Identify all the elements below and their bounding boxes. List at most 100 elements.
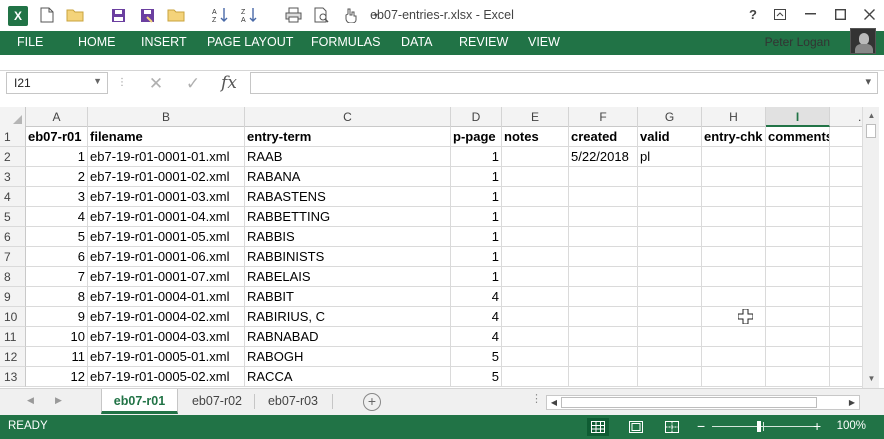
cell-c5[interactable]: RABBETTING bbox=[245, 207, 451, 227]
cell-a5[interactable]: 4 bbox=[26, 207, 88, 227]
cell-g11[interactable] bbox=[638, 327, 702, 347]
page-layout-view-icon[interactable] bbox=[625, 418, 647, 436]
cell-a9[interactable]: 8 bbox=[26, 287, 88, 307]
normal-view-icon[interactable] bbox=[587, 418, 609, 436]
cell-f1[interactable]: created bbox=[569, 127, 638, 147]
cell-overflow[interactable] bbox=[830, 307, 862, 327]
cell-c8[interactable]: RABELAIS bbox=[245, 267, 451, 287]
cell-h8[interactable] bbox=[702, 267, 766, 287]
cell-b6[interactable]: eb7-19-r01-0001-05.xml bbox=[88, 227, 245, 247]
horizontal-scroll-thumb[interactable] bbox=[561, 397, 817, 408]
sheet-tab-eb07-r02[interactable]: eb07-r02 bbox=[181, 389, 253, 414]
zoom-slider-thumb[interactable] bbox=[757, 421, 761, 432]
cell-g7[interactable] bbox=[638, 247, 702, 267]
help-button[interactable]: ? bbox=[738, 0, 768, 28]
cell-h4[interactable] bbox=[702, 187, 766, 207]
column-header-c[interactable]: C bbox=[245, 107, 451, 127]
cell-a3[interactable]: 2 bbox=[26, 167, 88, 187]
cell-i12[interactable] bbox=[766, 347, 830, 367]
page-break-preview-icon[interactable] bbox=[661, 418, 683, 436]
cell-a11[interactable]: 10 bbox=[26, 327, 88, 347]
cell-overflow[interactable] bbox=[830, 367, 862, 387]
tab-insert[interactable]: INSERT bbox=[131, 31, 197, 55]
column-header-b[interactable]: B bbox=[88, 107, 245, 127]
scroll-right-icon[interactable]: ▶ bbox=[846, 396, 858, 409]
cell-a7[interactable]: 6 bbox=[26, 247, 88, 267]
cell-d7[interactable]: 1 bbox=[451, 247, 502, 267]
cell-overflow[interactable] bbox=[830, 147, 862, 167]
new-document-icon[interactable] bbox=[38, 6, 56, 24]
row-header[interactable]: 13 bbox=[0, 367, 26, 387]
cell-e1[interactable]: notes bbox=[502, 127, 569, 147]
column-header-f[interactable]: F bbox=[569, 107, 638, 127]
scroll-up-icon[interactable]: ▲ bbox=[863, 109, 880, 123]
tab-review[interactable]: REVIEW bbox=[449, 31, 518, 55]
cell-d13[interactable]: 5 bbox=[451, 367, 502, 387]
cell-d10[interactable]: 4 bbox=[451, 307, 502, 327]
cell-i6[interactable] bbox=[766, 227, 830, 247]
cell-overflow[interactable] bbox=[830, 327, 862, 347]
tab-file[interactable]: FILE bbox=[7, 31, 53, 55]
cell-b8[interactable]: eb7-19-r01-0001-07.xml bbox=[88, 267, 245, 287]
cell-h13[interactable] bbox=[702, 367, 766, 387]
cell-e8[interactable] bbox=[502, 267, 569, 287]
cell-f2[interactable]: 5/22/2018 bbox=[569, 147, 638, 167]
cell-e4[interactable] bbox=[502, 187, 569, 207]
cell-b1[interactable]: filename bbox=[88, 127, 245, 147]
zoom-percentage[interactable]: 100% bbox=[837, 420, 866, 432]
cell-b12[interactable]: eb7-19-r01-0005-01.xml bbox=[88, 347, 245, 367]
cell-e9[interactable] bbox=[502, 287, 569, 307]
print-icon[interactable] bbox=[284, 6, 302, 24]
cell-e3[interactable] bbox=[502, 167, 569, 187]
cell-e12[interactable] bbox=[502, 347, 569, 367]
row-header[interactable]: 5 bbox=[0, 207, 26, 227]
tab-home[interactable]: HOME bbox=[68, 31, 126, 55]
cell-h11[interactable] bbox=[702, 327, 766, 347]
cell-f10[interactable] bbox=[569, 307, 638, 327]
ribbon-display-options-icon[interactable] bbox=[765, 0, 795, 28]
worksheet-grid[interactable]: A B C D E F G H I . 1 eb07-r01 filename ent… bbox=[0, 107, 862, 388]
cell-a1[interactable]: eb07-r01 bbox=[26, 127, 88, 147]
cell-f12[interactable] bbox=[569, 347, 638, 367]
cell-c6[interactable]: RABBIS bbox=[245, 227, 451, 247]
cell-overflow[interactable] bbox=[830, 287, 862, 307]
cell-i9[interactable] bbox=[766, 287, 830, 307]
tab-data[interactable]: DATA bbox=[391, 31, 442, 55]
expand-formula-bar-icon[interactable]: ▾ bbox=[865, 75, 871, 88]
cell-h3[interactable] bbox=[702, 167, 766, 187]
excel-logo-icon[interactable]: X bbox=[8, 6, 28, 26]
cell-f4[interactable] bbox=[569, 187, 638, 207]
cell-e11[interactable] bbox=[502, 327, 569, 347]
cell-overflow[interactable] bbox=[830, 207, 862, 227]
cell-i3[interactable] bbox=[766, 167, 830, 187]
folder-icon[interactable] bbox=[167, 6, 185, 24]
cancel-icon[interactable]: ✕ bbox=[143, 74, 169, 94]
cell-a12[interactable]: 11 bbox=[26, 347, 88, 367]
cell-g9[interactable] bbox=[638, 287, 702, 307]
cell-g6[interactable] bbox=[638, 227, 702, 247]
cell-c10[interactable]: RABIRIUS, C bbox=[245, 307, 451, 327]
cell-d4[interactable]: 1 bbox=[451, 187, 502, 207]
avatar[interactable] bbox=[850, 28, 876, 54]
cell-g2[interactable]: pl bbox=[638, 147, 702, 167]
sort-descending-icon[interactable]: ZA bbox=[240, 6, 258, 24]
cell-a13[interactable]: 12 bbox=[26, 367, 88, 387]
cell-f9[interactable] bbox=[569, 287, 638, 307]
cell-d9[interactable]: 4 bbox=[451, 287, 502, 307]
cell-d6[interactable]: 1 bbox=[451, 227, 502, 247]
cell-h9[interactable] bbox=[702, 287, 766, 307]
row-header[interactable]: 3 bbox=[0, 167, 26, 187]
enter-check-icon[interactable]: ✓ bbox=[180, 74, 206, 94]
cell-g3[interactable] bbox=[638, 167, 702, 187]
sheet-prev-icon[interactable]: ◀ bbox=[27, 395, 34, 406]
cell-b4[interactable]: eb7-19-r01-0001-03.xml bbox=[88, 187, 245, 207]
cell-a6[interactable]: 5 bbox=[26, 227, 88, 247]
cell-overflow[interactable] bbox=[830, 267, 862, 287]
cell-b10[interactable]: eb7-19-r01-0004-02.xml bbox=[88, 307, 245, 327]
row-header[interactable]: 8 bbox=[0, 267, 26, 287]
row-header[interactable]: 1 bbox=[0, 127, 26, 147]
tab-view[interactable]: VIEW bbox=[518, 31, 570, 55]
cell-f5[interactable] bbox=[569, 207, 638, 227]
cell-h1[interactable]: entry-chk bbox=[702, 127, 766, 147]
cell-i11[interactable] bbox=[766, 327, 830, 347]
